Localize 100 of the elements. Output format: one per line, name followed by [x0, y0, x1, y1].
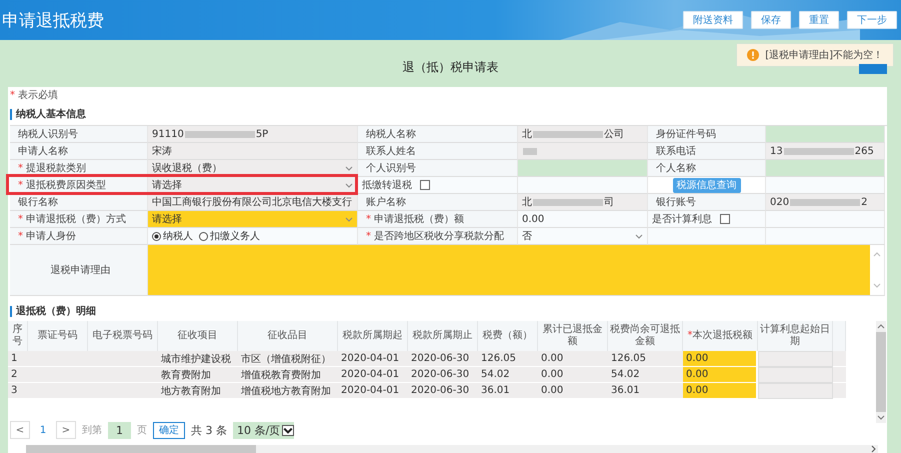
header-button[interactable]: 保存 — [751, 11, 791, 29]
toast-message: [退税申请理由]不能为空！ — [765, 48, 883, 62]
table-cell — [833, 351, 846, 367]
chevron-down-icon — [345, 166, 353, 170]
required-note: * 表示必填 — [9, 88, 60, 102]
table-cell: 2020-04-01 — [338, 367, 408, 383]
table-cell: 教育费附加 — [158, 367, 238, 383]
input-field[interactable] — [518, 160, 648, 177]
radio-button[interactable] — [199, 232, 208, 240]
field-label: * 申请退抵税（费）方式 — [18, 212, 126, 226]
table-cell: 36.01 — [608, 383, 683, 399]
input-field[interactable] — [766, 160, 885, 177]
table-cell: 126.05 — [478, 351, 538, 367]
header-button[interactable]: 重置 — [799, 11, 839, 29]
column-header: 征收项目 — [158, 321, 238, 351]
chevron-down-icon — [635, 234, 643, 238]
form-title: 退（抵）税申请表 — [402, 59, 498, 76]
page-input[interactable]: 1 — [108, 422, 131, 439]
table-cell: 2020-04-01 — [338, 351, 408, 367]
chevron-right-icon — [870, 445, 878, 453]
horizontal-scrollbar[interactable] — [26, 445, 878, 453]
field-value: 宋涛 — [148, 143, 358, 160]
field-label: * 提退税款类别 — [18, 162, 86, 175]
header-button[interactable]: 下一步 — [847, 11, 897, 29]
chevron-down-icon — [282, 424, 294, 436]
field-label: 银行账号 — [656, 196, 696, 209]
checkbox[interactable] — [720, 214, 730, 224]
date-field[interactable] — [758, 367, 833, 383]
field-label: * 申请人身份 — [18, 230, 76, 243]
chevron-up-icon — [873, 251, 881, 257]
amount-input[interactable]: 0.00 — [683, 383, 756, 399]
column-header: 征收品目 — [238, 321, 338, 351]
input-field[interactable] — [766, 126, 885, 143]
chevron-up-icon — [877, 323, 885, 329]
select-field[interactable]: 请选择 — [148, 211, 358, 228]
table-cell: 城市维护建设税 — [158, 351, 238, 367]
amount-input[interactable]: 0.00 — [683, 367, 756, 383]
field-label: 申请人名称 — [18, 144, 68, 158]
field-label: 个人名称 — [656, 162, 696, 175]
field-value: 北 司 — [522, 196, 614, 209]
table-cell: 36.01 — [478, 383, 538, 399]
field-label: * 是否跨地区税收分享税款分配 — [366, 230, 504, 243]
table-cell: 地方教育附加 — [158, 383, 238, 399]
radio-label: 扣缴义务人 — [210, 230, 260, 243]
radio-label: 纳税人 — [163, 230, 193, 243]
table-cell: 2020-04-01 — [338, 383, 408, 399]
table-cell: 2 — [8, 367, 28, 383]
confirm-button[interactable]: 确定 — [153, 422, 185, 439]
column-header: 计算利息起始日期 — [758, 321, 833, 351]
date-field[interactable] — [758, 351, 833, 367]
table-cell: 市区（增值税附征） — [238, 351, 338, 367]
table-cell: 0.00 — [538, 367, 608, 383]
table-cell — [833, 367, 846, 383]
page-size-select[interactable]: 10 条/页 — [233, 422, 294, 439]
checkbox-label: 抵缴转退税 — [362, 178, 412, 192]
section-title: 退抵税（费）明细 — [10, 306, 96, 317]
goto-label: 到第 — [82, 424, 102, 438]
checkbox[interactable] — [420, 180, 430, 190]
field-value: 91110 5P — [152, 128, 268, 140]
field-label: * 退抵税费原因类型 — [18, 178, 106, 192]
side-button[interactable] — [859, 64, 887, 74]
field-label: 个人识别号 — [366, 162, 416, 175]
date-field[interactable] — [758, 383, 833, 399]
column-header: 税款所属期止 — [408, 321, 478, 351]
table-cell: 54.02 — [478, 367, 538, 383]
page-link[interactable]: 1 — [36, 424, 50, 436]
table-cell: 增值税教育费附加 — [238, 367, 338, 383]
column-header: 累计已退抵金额 — [538, 321, 608, 351]
amount-input[interactable]: 0.00 — [683, 351, 756, 367]
previous-page-button[interactable]: < — [10, 421, 30, 440]
input-field[interactable]: 0.00 — [518, 211, 648, 228]
table-cell: 1 — [8, 351, 28, 367]
vertical-scrollbar[interactable] — [876, 321, 886, 423]
column-header: 电子税票号码 — [88, 321, 158, 351]
field-value: 020 2 — [770, 196, 868, 208]
field-value — [522, 148, 538, 154]
chevron-down-icon — [345, 216, 353, 222]
chevron-down-icon — [877, 414, 885, 421]
column-header — [833, 321, 846, 351]
field-label: * 申请退抵税（费）额 — [366, 212, 464, 226]
field-label: 联系电话 — [656, 144, 696, 158]
table-cell: 126.05 — [608, 351, 683, 367]
field-value: 13 265 — [770, 146, 874, 156]
section-title: 纳税人基本信息 — [10, 109, 86, 120]
column-header: 票证号码 — [28, 321, 88, 351]
radio-button[interactable] — [152, 232, 161, 240]
header-button[interactable]: 附送资料 — [683, 11, 743, 29]
column-header: 税费（额） — [478, 321, 538, 351]
table-cell: 2020-06-30 — [408, 367, 478, 383]
page-unit: 页 — [137, 424, 147, 438]
select-field[interactable]: 否 — [518, 228, 648, 245]
column-header: 序号 — [8, 321, 28, 351]
table-cell: 2020-06-30 — [408, 351, 478, 367]
table-cell — [833, 383, 846, 399]
field-label: 退税申请理由 — [50, 264, 110, 277]
chevron-down-icon — [873, 283, 881, 289]
reason-text-area[interactable] — [148, 245, 870, 295]
total-count: 共 3 条 — [191, 422, 227, 438]
field-label: 身份证件号码 — [656, 128, 716, 141]
next-page-button[interactable]: > — [56, 421, 76, 440]
